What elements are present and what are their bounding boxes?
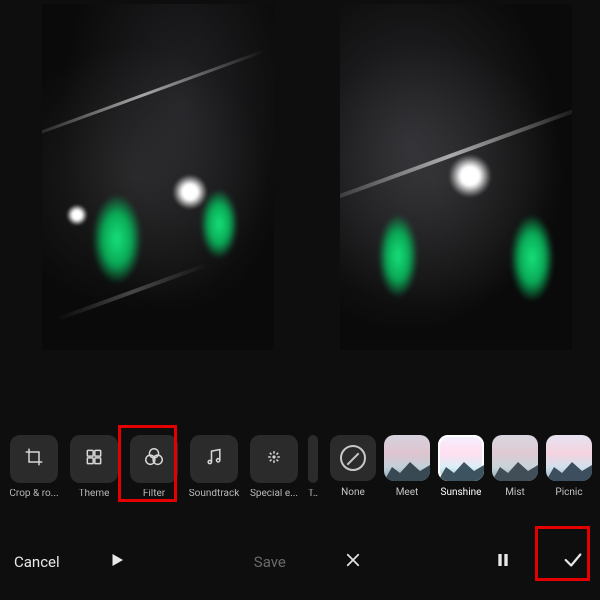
- filter-label: None: [341, 487, 365, 498]
- none-icon: [340, 445, 366, 471]
- pause-button[interactable]: [490, 549, 516, 575]
- filter-mist[interactable]: Mist: [492, 435, 538, 499]
- music-icon: [204, 447, 224, 471]
- tool-label: Theme: [68, 489, 120, 499]
- theme-icon: [84, 447, 104, 471]
- tool-label: Filter: [128, 489, 180, 499]
- play-icon: [108, 551, 126, 573]
- bottom-bar: Cancel Save: [0, 534, 600, 590]
- tool-label: Special e...: [248, 489, 300, 499]
- crop-rotate-button[interactable]: Crop & ro...: [8, 435, 60, 499]
- tool-label: Crop & ro...: [8, 489, 60, 499]
- sparkle-icon: [264, 447, 284, 471]
- filter-meet[interactable]: Meet: [384, 435, 430, 499]
- pause-icon: [495, 551, 511, 573]
- save-button[interactable]: Save: [254, 553, 286, 571]
- filter-label: Sunshine: [441, 487, 482, 498]
- confirm-button[interactable]: [560, 549, 586, 575]
- special-effects-button[interactable]: Special e...: [248, 435, 300, 499]
- tool-cutoff[interactable]: T...: [308, 435, 318, 499]
- crop-icon: [24, 447, 44, 471]
- filter-sunshine[interactable]: Sunshine: [438, 435, 484, 499]
- clip-preview[interactable]: [340, 4, 572, 350]
- close-icon: [344, 551, 362, 573]
- filter-label: Picnic: [555, 487, 582, 498]
- play-button[interactable]: [104, 549, 130, 575]
- close-button[interactable]: [340, 549, 366, 575]
- check-icon: [562, 549, 584, 575]
- soundtrack-button[interactable]: Soundtrack: [188, 435, 240, 499]
- filter-label: Mist: [505, 487, 525, 498]
- tool-label: Soundtrack: [188, 489, 240, 499]
- clip-preview[interactable]: [42, 4, 274, 350]
- tool-label: T...: [308, 489, 318, 499]
- filter-picnic[interactable]: Picnic: [546, 435, 592, 499]
- filter-icon: [143, 446, 165, 472]
- cancel-button[interactable]: Cancel: [14, 553, 60, 571]
- editor-toolbar: Crop & ro... Theme Filter: [0, 430, 600, 504]
- filter-button[interactable]: Filter: [128, 435, 180, 499]
- preview-area: [0, 4, 600, 364]
- filter-label: Meet: [396, 487, 419, 498]
- theme-button[interactable]: Theme: [68, 435, 120, 499]
- filter-none[interactable]: None: [330, 435, 376, 499]
